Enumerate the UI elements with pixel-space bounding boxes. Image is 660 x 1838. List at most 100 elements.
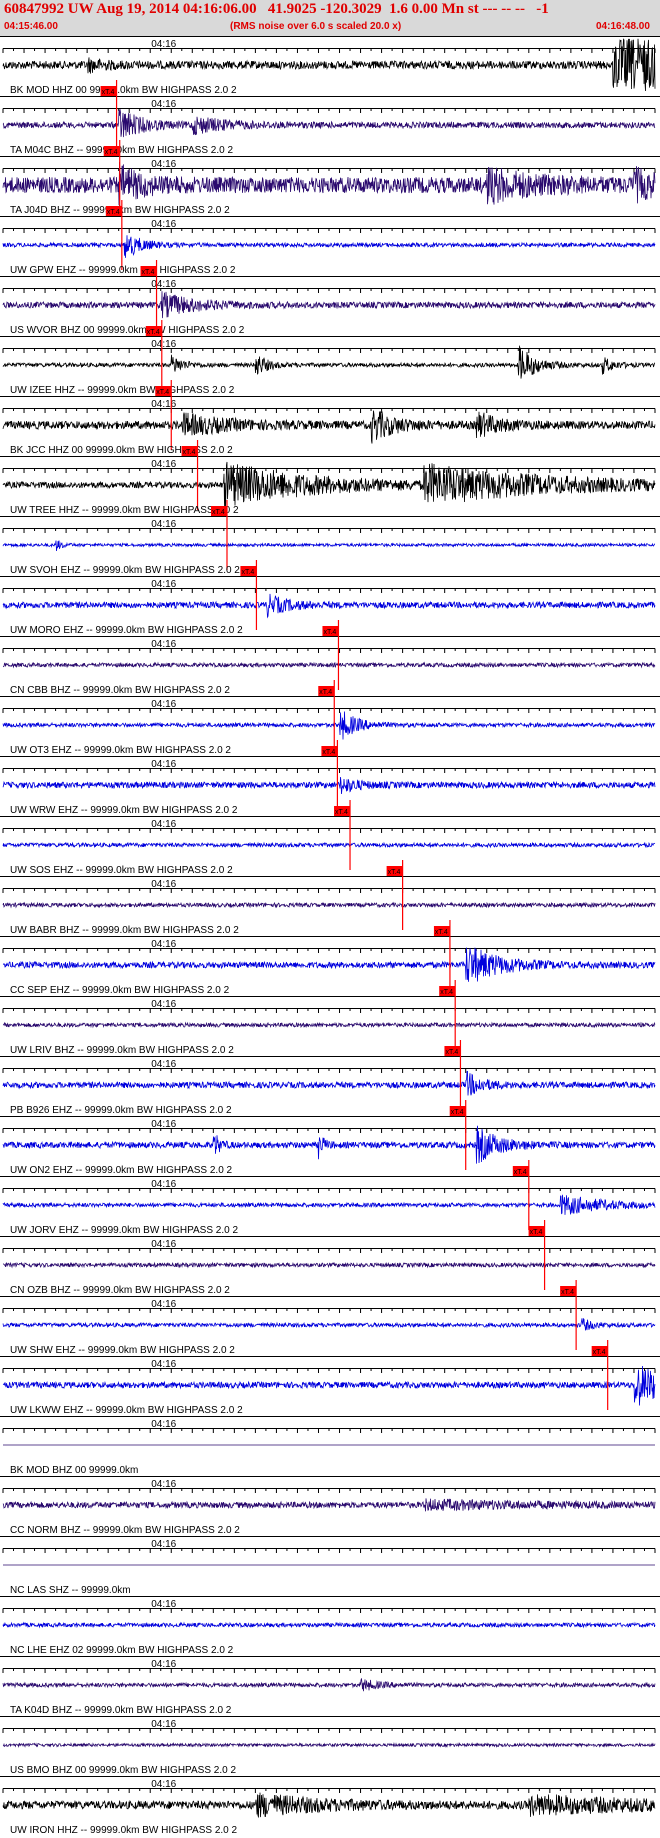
pick-label: xT.4: [322, 749, 335, 756]
station-label: UW IZEE HHZ -- 99999.0km BW HIGHPASS 2.0…: [10, 385, 235, 396]
pick-label: xT.4: [156, 389, 169, 396]
waveform: [2, 109, 656, 138]
tick-label: 04:16: [151, 759, 176, 770]
pick-label: xT.4: [335, 809, 348, 816]
station-label: UW BABR BHZ -- 99999.0km BW HIGHPASS 2.0…: [10, 925, 239, 936]
waveform: [2, 1021, 656, 1029]
tick-label: 04:16: [151, 459, 176, 470]
station-label: US BMO BHZ 00 99999.0km BW HIGHPASS 2.0 …: [10, 1765, 236, 1776]
station-label: UW GPW EHZ -- 99999.0km BW HIGHPASS 2.0 …: [10, 265, 236, 276]
waveform: [2, 1317, 656, 1331]
header-bar: 60847992 UW Aug 19, 2014 04:16:06.00 41.…: [0, 0, 660, 36]
trace-row: 04:16 NC LHE EHZ 02 99999.0km BW HIGHPASS…: [0, 1596, 660, 1656]
trace-row: 04:16 CC NORM BHZ -- 99999.0km BW HIGHPAS…: [0, 1476, 660, 1536]
station-label: NC LHE EHZ 02 99999.0km BW HIGHPASS 2.0 …: [10, 1645, 234, 1656]
start-time: 04:15:46.00: [4, 21, 58, 32]
trace-row: 04:16 BK MOD BHZ 00 99999.0km: [0, 1416, 660, 1476]
pick-label: xT.4: [183, 449, 196, 456]
tick-label: 04:16: [151, 39, 176, 50]
waveform: [2, 1742, 656, 1749]
pick-label: xT.4: [388, 869, 401, 876]
rms-note: (RMS noise over 6.0 s scaled 20.0 x): [230, 21, 402, 32]
station-label: UW ON2 EHZ -- 99999.0km BW HIGHPASS 2.0 …: [10, 1165, 233, 1176]
trace-row: 04:16 BK MOD HHZ 00 99999.0km BW HIGHPASS…: [0, 36, 660, 96]
trace-row: 04:16 TA K04D BHZ -- 99999.0km BW HIGHPAS…: [0, 1656, 660, 1716]
waveform: [2, 1365, 656, 1406]
station-label: UW SVOH EHZ -- 99999.0km BW HIGHPASS 2.0…: [10, 565, 240, 576]
waveform: [2, 901, 656, 909]
tick-label: 04:16: [151, 339, 176, 350]
pick-label: xT.4: [323, 629, 336, 636]
trace-row: 04:16 US BMO BHZ 00 99999.0km BW HIGHPASS…: [0, 1716, 660, 1776]
station-label: UW OT3 EHZ -- 99999.0km BW HIGHPASS 2.0 …: [10, 745, 231, 756]
waveform: [2, 1678, 656, 1692]
tick-label: 04:16: [151, 1539, 176, 1550]
tick-label: 04:16: [151, 159, 176, 170]
station-label: CC NORM BHZ -- 99999.0km BW HIGHPASS 2.0…: [10, 1525, 240, 1536]
station-label: US WVOR BHZ 00 99999.0km BW HIGHPASS 2.0…: [10, 325, 245, 336]
waveform: [2, 1621, 656, 1629]
tick-label: 04:16: [151, 1599, 176, 1610]
pick-label: xT.4: [561, 1289, 574, 1296]
waveform: [2, 410, 656, 444]
waveform: [2, 1125, 656, 1164]
station-label: UW LRIV BHZ -- 99999.0km BW HIGHPASS 2.0…: [10, 1045, 234, 1056]
station-label: PB B926 EHZ -- 99999.0km BW HIGHPASS 2.0…: [10, 1105, 232, 1116]
tick-label: 04:16: [151, 1359, 176, 1370]
pick-label: xT.4: [440, 989, 453, 996]
tick-label: 04:16: [151, 1179, 176, 1190]
station-label: BK MOD BHZ 00 99999.0km: [10, 1465, 138, 1476]
waveform: [2, 540, 656, 552]
station-label: TA M04C BHZ -- 99999.0km BW HIGHPASS 2.0…: [10, 145, 233, 156]
trace-row: 04:16 UW IRON HHZ -- 99999.0km BW HIGHPAS…: [0, 1776, 660, 1836]
tick-label: 04:16: [151, 1239, 176, 1250]
pick-label: xT.4: [445, 1049, 458, 1056]
tick-label: 04:16: [151, 279, 176, 290]
pick-label: xT.4: [147, 329, 160, 336]
seismogram-plot: 04:16 BK MOD HHZ 00 99999.0km BW HIGHPASS…: [0, 36, 660, 1836]
pick-label: xT.4: [107, 209, 120, 216]
pick-label: xT.4: [530, 1229, 543, 1236]
station-label: UW TREE HHZ -- 99999.0km BW HIGHPASS 2.0…: [10, 505, 239, 516]
waveform: [2, 947, 656, 982]
pick-label: xT.4: [435, 929, 448, 936]
pick-label: xT.4: [105, 149, 118, 156]
station-label: UW JORV EHZ -- 99999.0km BW HIGHPASS 2.0…: [10, 1225, 238, 1236]
pick-label: xT.4: [142, 269, 155, 276]
tick-label: 04:16: [151, 999, 176, 1010]
tick-label: 04:16: [151, 1119, 176, 1130]
waveform: [2, 291, 656, 319]
waveform: [2, 235, 656, 258]
pick-label: xT.4: [102, 89, 115, 96]
station-label: CN CBB BHZ -- 99999.0km BW HIGHPASS 2.0 …: [10, 685, 230, 696]
waveform: [2, 661, 656, 669]
station-label: UW MORO EHZ -- 99999.0km BW HIGHPASS 2.0…: [10, 625, 243, 636]
waveform: [2, 1498, 656, 1512]
tick-label: 04:16: [151, 519, 176, 530]
station-label: NC LAS SHZ -- 99999.0km: [10, 1585, 131, 1596]
waveform: [2, 841, 656, 849]
pick-label: xT.4: [212, 509, 225, 516]
station-label: UW SOS EHZ -- 99999.0km BW HIGHPASS 2.0 …: [10, 865, 233, 876]
tick-label: 04:16: [151, 939, 176, 950]
tick-label: 04:16: [151, 1779, 176, 1790]
station-label: UW LKWW EHZ -- 99999.0km BW HIGHPASS 2.0…: [10, 1405, 243, 1416]
station-label: BK MOD HHZ 00 99999.0km BW HIGHPASS 2.0 …: [10, 85, 237, 96]
waveform: [2, 1261, 656, 1269]
waveform: [2, 776, 656, 795]
tick-label: 04:16: [151, 1419, 176, 1430]
tick-label: 04:16: [151, 1659, 176, 1670]
trace-row: 04:16 NC LAS SHZ -- 99999.0km: [0, 1536, 660, 1596]
tick-label: 04:16: [151, 1059, 176, 1070]
pick-label: xT.4: [593, 1349, 606, 1356]
pick-label: xT.4: [319, 689, 332, 696]
waveform: [2, 593, 656, 619]
pick-label: xT.4: [514, 1169, 527, 1176]
station-label: UW WRW EHZ -- 99999.0km BW HIGHPASS 2.0 …: [10, 805, 238, 816]
tick-label: 04:16: [151, 219, 176, 230]
tick-label: 04:16: [151, 879, 176, 890]
tick-label: 04:16: [151, 639, 176, 650]
station-label: CC SEP EHZ -- 99999.0km BW HIGHPASS 2.0 …: [10, 985, 230, 996]
tick-label: 04:16: [151, 579, 176, 590]
tick-label: 04:16: [151, 99, 176, 110]
